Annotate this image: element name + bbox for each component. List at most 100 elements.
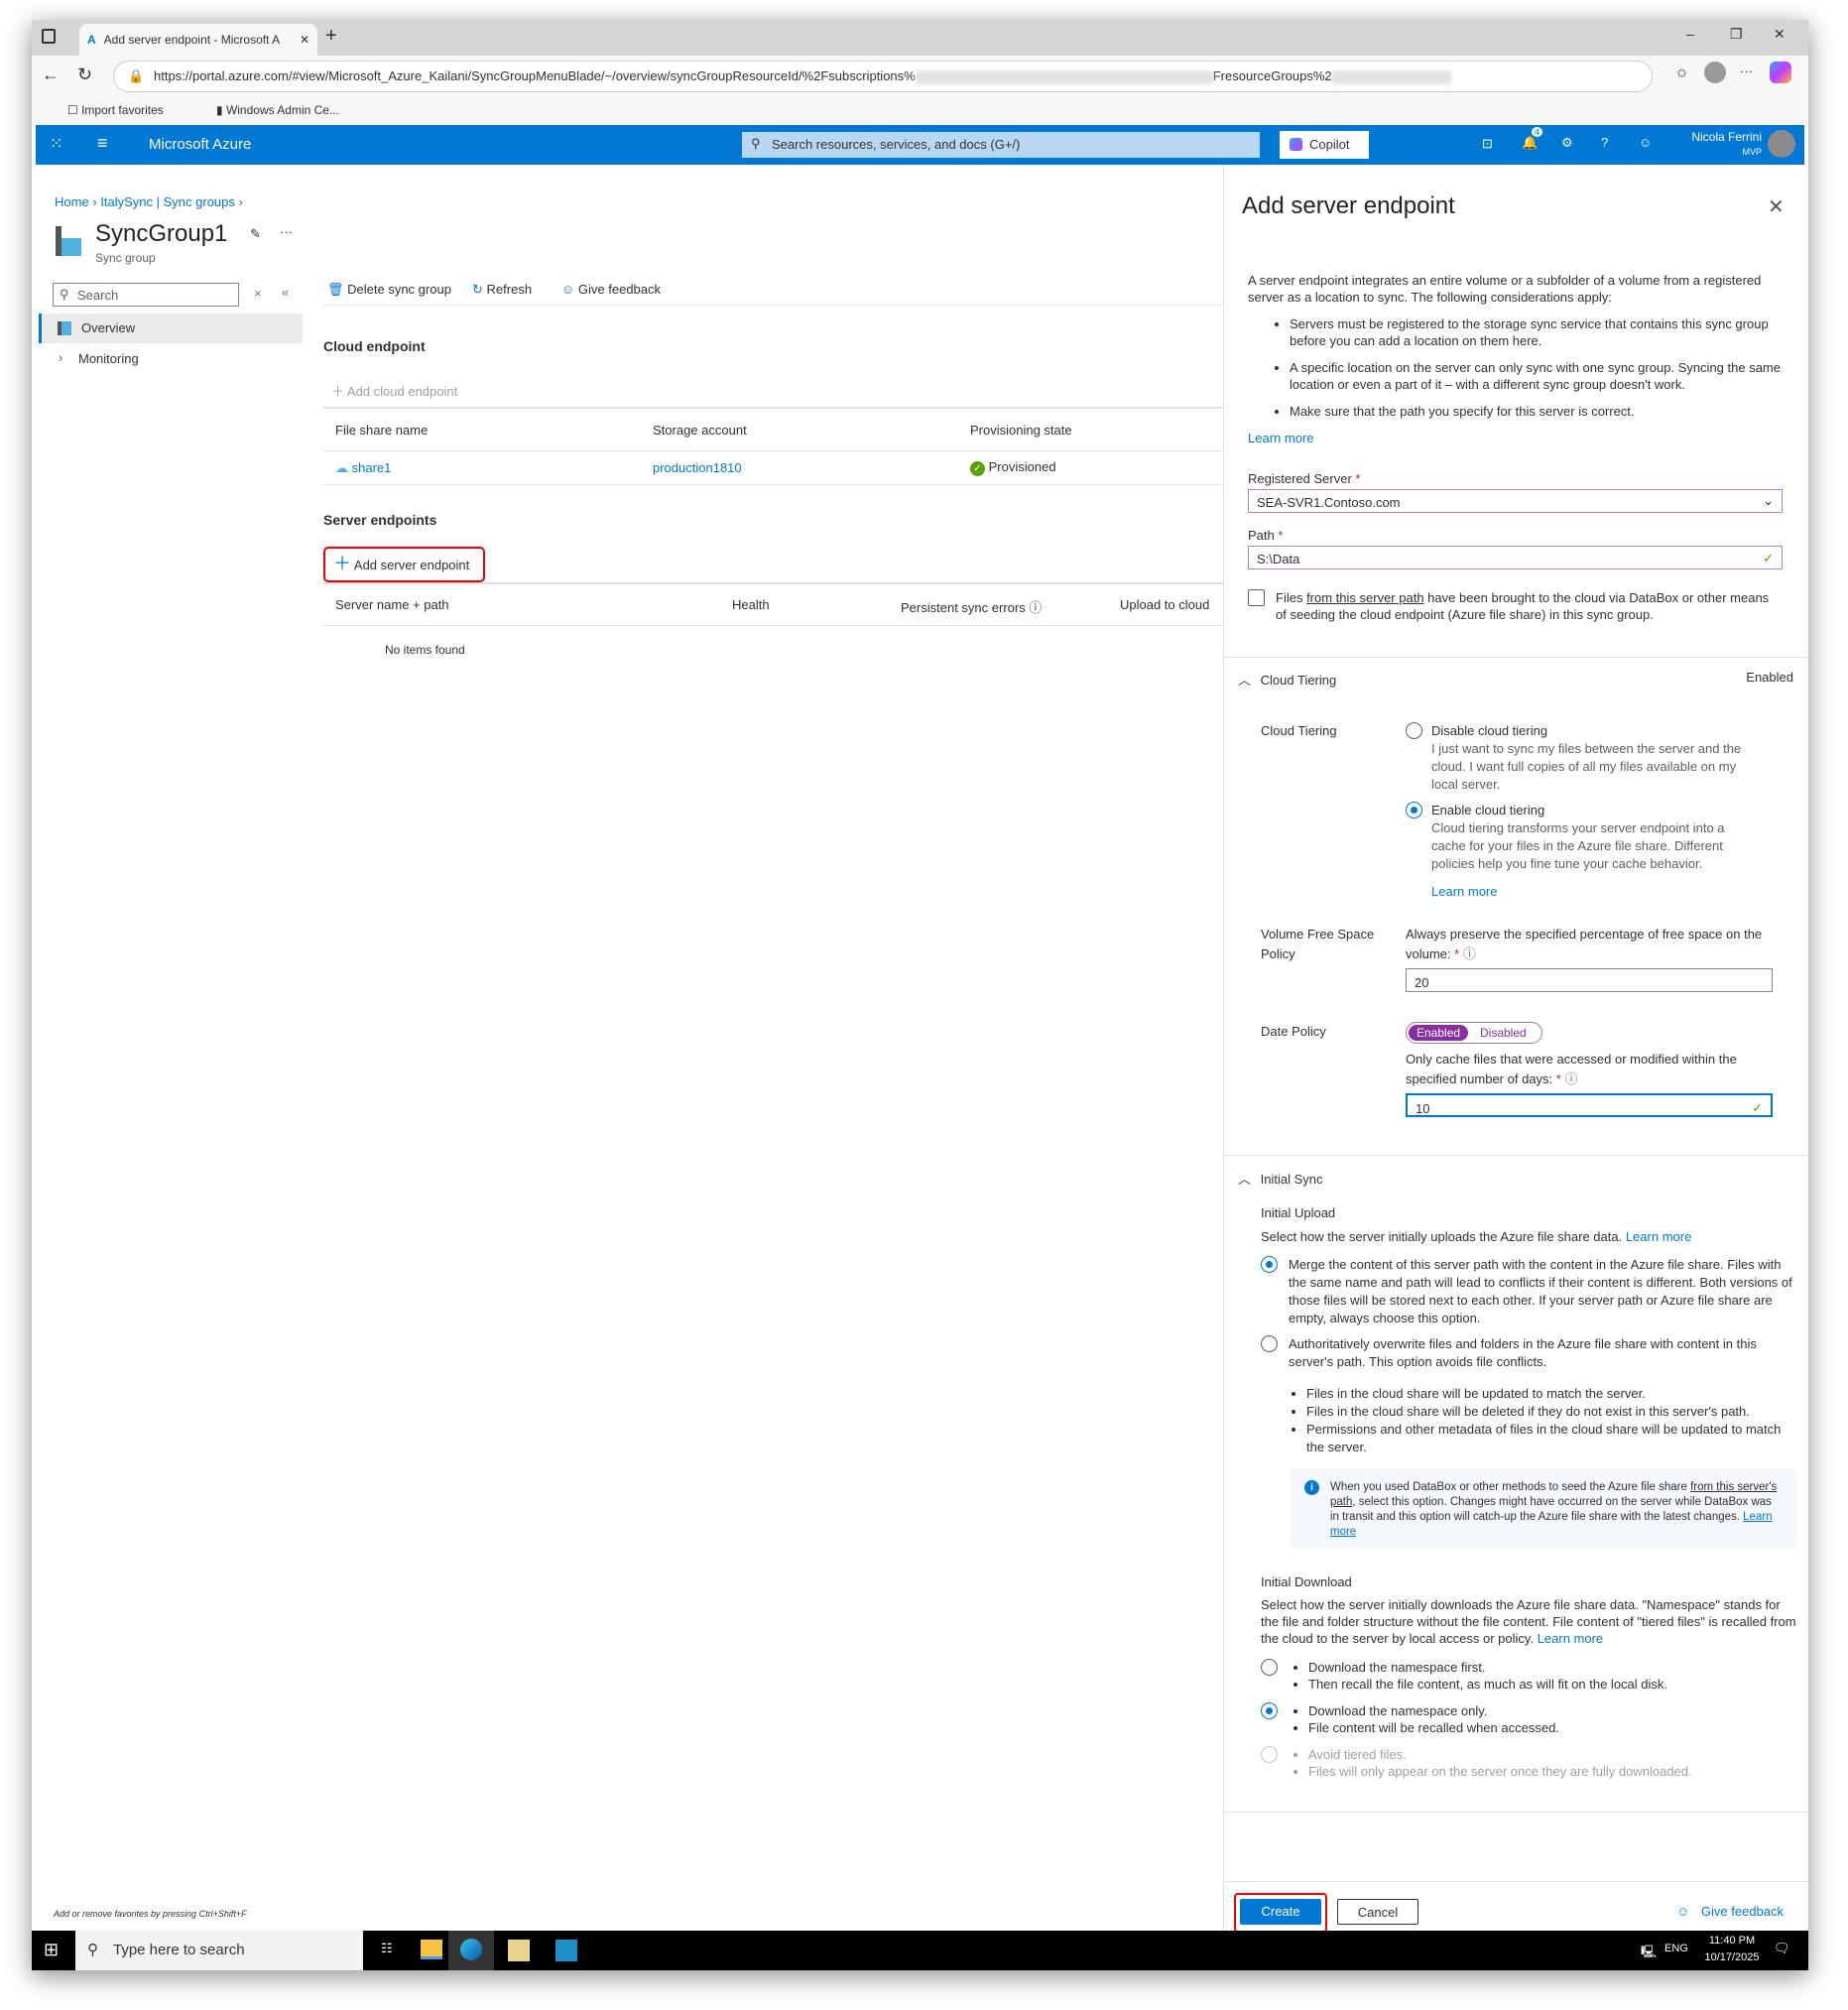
- share-link[interactable]: ☁ share1: [335, 460, 391, 476]
- user-name[interactable]: Nicola Ferrini: [1682, 130, 1762, 144]
- chevron-down-icon: ⌄: [1763, 493, 1774, 508]
- databox-info-box: i When you used DataBox or other methods…: [1291, 1468, 1796, 1550]
- address-bar-row: ← ↻ 🔒 https://portal.azure.com/#view/Mic…: [32, 56, 1808, 97]
- date-policy-enabled: Enabled: [1409, 1025, 1469, 1041]
- copilot-browser-icon[interactable]: [1770, 62, 1791, 83]
- notifications-icon[interactable]: 🔔: [1522, 135, 1538, 151]
- col-provisioning-state: Provisioning state: [970, 423, 1072, 438]
- enable-tiering-option[interactable]: Enable cloud tiering Cloud tiering transf…: [1406, 802, 1753, 901]
- favorites-icon[interactable]: ✩: [1676, 65, 1687, 81]
- delete-sync-group-button[interactable]: 🗑 Delete sync group: [327, 282, 451, 298]
- col-upload-to-cloud: Upload to cloud: [1120, 597, 1210, 612]
- back-icon[interactable]: ←: [42, 64, 60, 85]
- browser-window: A Add server endpoint - Microsoft A ✕ + …: [32, 20, 1808, 1970]
- search-icon: ⚲: [60, 287, 69, 302]
- refresh-button[interactable]: ↻ Refresh: [472, 282, 532, 298]
- info-icon: ⓘ: [1029, 600, 1043, 615]
- learn-more-link[interactable]: Learn more: [1248, 430, 1783, 446]
- edge-icon[interactable]: [460, 1939, 482, 1960]
- databox-checkbox[interactable]: [1248, 589, 1265, 606]
- cancel-button[interactable]: Cancel: [1337, 1899, 1418, 1925]
- add-server-endpoint-button[interactable]: ＋ Add server endpoint: [323, 547, 485, 582]
- more-icon[interactable]: ···: [1740, 63, 1753, 78]
- restore-icon[interactable]: ❐: [1730, 26, 1743, 43]
- give-feedback-button[interactable]: ☺ Give feedback: [561, 282, 661, 297]
- radio-enable-tiering: [1406, 802, 1422, 818]
- date-policy-toggle[interactable]: Enabled Disabled: [1406, 1022, 1542, 1044]
- date-policy-label: Date Policy: [1261, 1024, 1326, 1039]
- more-options-icon[interactable]: ···: [280, 224, 293, 239]
- chevron-up-icon: ︿: [1238, 1172, 1252, 1187]
- close-panel-icon[interactable]: ✕: [1768, 194, 1785, 219]
- overview-icon: [58, 321, 71, 335]
- reload-icon[interactable]: ↻: [77, 64, 92, 85]
- storage-account-link[interactable]: production1810: [653, 460, 742, 475]
- collapse-nav-icon[interactable]: «: [282, 285, 289, 300]
- breadcrumb-home[interactable]: Home: [55, 194, 89, 209]
- pin-icon[interactable]: ✎: [250, 226, 261, 242]
- col-health: Health: [732, 597, 770, 612]
- cloud-shell-icon[interactable]: ⊡: [1482, 136, 1493, 152]
- powershell-icon[interactable]: [555, 1940, 577, 1961]
- redacted: [915, 69, 1213, 84]
- panel-give-feedback-link[interactable]: ☺ Give feedback: [1676, 1904, 1784, 1919]
- date-policy-days-input[interactable]: 10 ✓: [1406, 1093, 1773, 1117]
- download-namespace-only-option[interactable]: Download the namespace only.File content…: [1261, 1702, 1796, 1736]
- breadcrumb-sync-groups[interactable]: ItalySync | Sync groups: [100, 194, 235, 209]
- download-namespace-first-option[interactable]: Download the namespace first.Then recall…: [1261, 1659, 1796, 1693]
- server-manager-icon[interactable]: [508, 1940, 530, 1961]
- notification-center-icon[interactable]: 🗨: [1774, 1941, 1790, 1956]
- start-icon[interactable]: ⊞: [44, 1940, 59, 1960]
- feedback-icon: ☺: [1676, 1904, 1690, 1919]
- settings-icon[interactable]: ⚙: [1561, 135, 1573, 151]
- file-explorer-icon[interactable]: [421, 1940, 442, 1959]
- new-tab-icon[interactable]: +: [325, 25, 337, 48]
- cloud-endpoint-heading: Cloud endpoint: [323, 338, 426, 354]
- network-icon[interactable]: 🖳: [1641, 1943, 1657, 1963]
- tab-actions-icon[interactable]: [42, 29, 56, 44]
- nav-search-input[interactable]: ⚲ Search: [53, 283, 239, 307]
- favorite-wac[interactable]: ▮ Windows Admin Ce...: [216, 103, 339, 117]
- clock-date[interactable]: 10/17/2025: [1702, 1951, 1762, 1963]
- close-tab-icon[interactable]: ✕: [300, 33, 309, 47]
- sidebar-item-monitoring[interactable]: › Monitoring: [39, 344, 303, 374]
- merge-option[interactable]: Merge the content of this server path wi…: [1261, 1256, 1796, 1327]
- initial-sync-section-header[interactable]: ︿ Initial Sync: [1238, 1169, 1323, 1188]
- clock-time[interactable]: 11:40 PM: [1702, 1935, 1762, 1947]
- azure-brand[interactable]: Microsoft Azure: [149, 136, 251, 153]
- language-indicator[interactable]: ENG: [1664, 1943, 1688, 1954]
- app-launcher-icon[interactable]: ⁙: [50, 134, 62, 154]
- registered-server-select[interactable]: SEA-SVR1.Contoso.com ⌄: [1248, 489, 1783, 513]
- close-window-icon[interactable]: ✕: [1774, 26, 1786, 43]
- volume-free-space-input[interactable]: 20: [1406, 968, 1773, 992]
- favorite-import[interactable]: ☐ Import favorites: [67, 103, 164, 117]
- taskbar-search[interactable]: ⚲ Type here to search: [75, 1931, 363, 1970]
- cloud-tiering-section-header[interactable]: ︿ Cloud Tiering Enabled: [1238, 670, 1793, 689]
- browser-tab[interactable]: A Add server endpoint - Microsoft A ✕: [79, 24, 317, 56]
- create-button[interactable]: Create: [1240, 1899, 1321, 1925]
- feedback-icon[interactable]: ☺: [1639, 135, 1652, 150]
- menu-icon[interactable]: ≡: [97, 133, 108, 154]
- profile-icon[interactable]: [1704, 62, 1726, 83]
- panel-title: Add server endpoint: [1242, 192, 1455, 219]
- path-input[interactable]: S:\Data ✓: [1248, 546, 1783, 569]
- minimize-icon[interactable]: –: [1686, 26, 1694, 42]
- overwrite-bullet: Files in the cloud share will be updated…: [1306, 1385, 1796, 1403]
- col-server-name-path: Server name + path: [335, 597, 449, 612]
- help-icon[interactable]: ?: [1601, 135, 1608, 150]
- avatar[interactable]: [1768, 130, 1795, 158]
- copilot-button[interactable]: Copilot: [1280, 131, 1369, 159]
- overwrite-option[interactable]: Authoritatively overwrite files and fold…: [1261, 1335, 1796, 1371]
- address-bar[interactable]: 🔒 https://portal.azure.com/#view/Microso…: [113, 61, 1653, 92]
- upload-learn-more-link[interactable]: Learn more: [1626, 1229, 1691, 1244]
- tiering-learn-more-link[interactable]: Learn more: [1431, 883, 1753, 901]
- lock-icon: 🔒: [128, 68, 145, 83]
- clear-search-icon[interactable]: ×: [254, 286, 262, 301]
- task-view-icon[interactable]: ☷: [381, 1941, 393, 1956]
- global-search-input[interactable]: ⚲ Search resources, services, and docs (G…: [742, 132, 1260, 158]
- from-server-path-link[interactable]: from this server path: [1306, 590, 1424, 605]
- disable-tiering-option[interactable]: Disable cloud tiering I just want to sync…: [1406, 722, 1753, 794]
- download-learn-more-link[interactable]: Learn more: [1538, 1631, 1603, 1646]
- sidebar-item-overview[interactable]: Overview: [39, 314, 303, 343]
- sync-group-blade: Home › ItalySync | Sync groups › SyncGro…: [36, 165, 1226, 1931]
